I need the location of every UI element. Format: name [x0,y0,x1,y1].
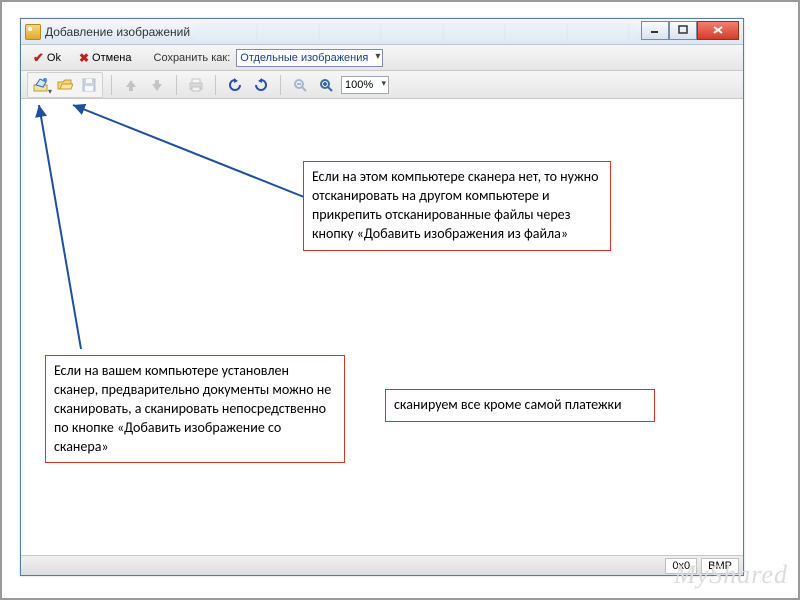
printer-icon [188,77,204,93]
annotation-scan-all: сканируем все кроме самой платежки [385,389,655,422]
save-as-label: Сохранить как: [154,52,231,64]
diskette-icon [81,77,97,93]
save-as-combo[interactable]: Отдельные изображения [236,49,383,67]
zoom-combo[interactable]: 100% [341,76,389,94]
titlebar-background [196,23,635,41]
canvas-area: Если на этом компьютере сканера нет, то … [21,99,743,569]
rotate-left-button[interactable] [224,74,246,96]
move-down-button[interactable] [146,74,168,96]
move-up-button[interactable] [120,74,142,96]
app-icon [25,24,41,40]
ok-button[interactable]: ✔ Ok [27,48,67,68]
maximize-icon [678,25,688,35]
folder-open-icon [57,77,73,93]
watermark: MyShared [674,560,788,590]
window-title: Добавление изображений [45,25,190,39]
annotation-scan-all-text: сканируем все кроме самой платежки [394,396,622,413]
statusbar: 0x0 BMP [21,555,743,575]
scan-group: ▾ [27,72,103,98]
arrow-to-scanner [21,99,321,399]
add-from-file-button[interactable] [54,74,76,96]
zoom-out-button[interactable] [289,74,311,96]
check-icon: ✔ [33,50,44,66]
rotate-right-button[interactable] [250,74,272,96]
annotation-no-scanner-text: Если на этом компьютере сканера нет, то … [312,168,598,242]
ok-label: Ok [47,52,61,64]
save-as-value: Отдельные изображения [240,52,368,64]
x-icon: ✖ [79,51,89,65]
window-controls [641,21,739,40]
add-from-scanner-button[interactable]: ▾ [30,74,52,96]
rotate-left-icon [228,78,242,92]
minimize-button[interactable] [641,21,669,40]
app-window: Добавление изображений ✔ Ok ✖ [20,18,744,576]
scanner-icon [33,77,49,93]
toolbar-main: ✔ Ok ✖ Отмена Сохранить как: Отдельные и… [21,45,743,71]
close-icon [712,25,724,35]
separator [111,75,112,95]
arrow-up-icon [124,78,138,92]
titlebar: Добавление изображений [21,19,743,45]
zoom-in-icon [319,78,333,92]
close-button[interactable] [697,21,739,40]
arrow-to-file [21,99,341,229]
arrow-down-icon [150,78,164,92]
annotation-has-scanner-text: Если на вашем компьютере установлен скан… [54,362,331,455]
cancel-button[interactable]: ✖ Отмена [73,49,138,67]
separator [215,75,216,95]
minimize-icon [650,25,660,35]
rotate-right-icon [254,78,268,92]
annotation-has-scanner: Если на вашем компьютере установлен скан… [45,355,345,463]
zoom-out-icon [293,78,307,92]
toolbar-tools: ▾ [21,71,743,99]
print-button[interactable] [185,74,207,96]
maximize-button[interactable] [669,21,697,40]
annotation-no-scanner: Если на этом компьютере сканера нет, то … [303,161,611,251]
separator [280,75,281,95]
zoom-value: 100% [345,79,373,91]
zoom-in-button[interactable] [315,74,337,96]
separator [176,75,177,95]
save-button[interactable] [78,74,100,96]
cancel-label: Отмена [92,52,131,64]
